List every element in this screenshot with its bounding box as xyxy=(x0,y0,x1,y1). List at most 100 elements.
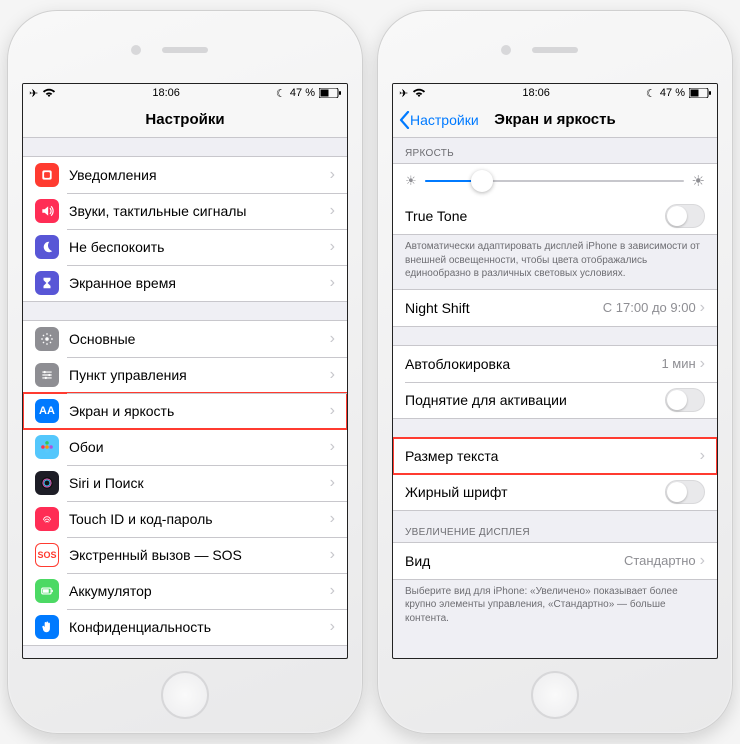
row-label: Не беспокоить xyxy=(69,239,330,255)
row-textsize[interactable]: Размер текста › xyxy=(393,438,717,474)
row-bold[interactable]: Жирный шрифт xyxy=(393,474,717,510)
raise-label: Поднятие для активации xyxy=(405,392,665,408)
truetone-label: True Tone xyxy=(405,208,665,224)
general-icon xyxy=(35,327,59,351)
chevron-right-icon: › xyxy=(330,510,335,528)
siri-icon xyxy=(35,471,59,495)
brightness-slider[interactable] xyxy=(425,180,684,182)
row-raise[interactable]: Поднятие для активации xyxy=(393,382,717,418)
phone-right: ✈︎ 18:06 ☾ 47 % Настройки Экран и яркост… xyxy=(377,10,733,734)
status-bar: ✈︎ 18:06 ☾ 47 % xyxy=(393,84,717,102)
row-label: Экранное время xyxy=(69,275,330,291)
row-truetone[interactable]: True Tone xyxy=(393,198,717,234)
autolock-value: 1 мин xyxy=(661,356,695,371)
moon-icon: ☾ xyxy=(276,87,286,100)
row-label: Siri и Поиск xyxy=(69,475,330,491)
row-label: Экстренный вызов — SOS xyxy=(69,547,330,563)
home-button[interactable] xyxy=(161,671,209,719)
truetone-toggle[interactable] xyxy=(665,204,705,228)
status-battery: 47 % xyxy=(290,87,315,99)
textsize-label: Размер текста xyxy=(405,448,700,464)
sos-icon: SOS xyxy=(35,543,59,567)
screen-display: ✈︎ 18:06 ☾ 47 % Настройки Экран и яркост… xyxy=(392,83,718,659)
chevron-right-icon: › xyxy=(330,238,335,256)
row-label: Уведомления xyxy=(69,167,330,183)
airplane-icon: ✈︎ xyxy=(29,87,38,100)
chevron-right-icon: › xyxy=(330,166,335,184)
row-label: Конфиденциальность xyxy=(69,619,330,635)
chevron-right-icon: › xyxy=(700,447,705,465)
row-screentime[interactable]: Экранное время› xyxy=(23,265,347,301)
chevron-right-icon: › xyxy=(330,438,335,456)
row-autolock[interactable]: Автоблокировка 1 мин › xyxy=(393,346,717,382)
battery-icon xyxy=(689,88,711,98)
screentime-icon xyxy=(35,271,59,295)
raise-toggle[interactable] xyxy=(665,388,705,412)
wifi-icon xyxy=(42,88,56,98)
row-zoom[interactable]: Вид Стандартно › xyxy=(393,543,717,579)
status-bar: ✈︎ 18:06 ☾ 47 % xyxy=(23,84,347,102)
row-dnd[interactable]: Не беспокоить› xyxy=(23,229,347,265)
speaker-slot xyxy=(532,47,578,53)
row-battery[interactable]: Аккумулятор› xyxy=(23,573,347,609)
moon-icon: ☾ xyxy=(646,87,656,100)
back-label: Настройки xyxy=(410,112,479,128)
row-touchid[interactable]: Touch ID и код-пароль› xyxy=(23,501,347,537)
home-button[interactable] xyxy=(531,671,579,719)
row-label: Обои xyxy=(69,439,330,455)
brightness-slider-row[interactable]: ☀︎ ☀︎ xyxy=(393,164,717,198)
display-icon: AA xyxy=(35,399,59,423)
row-sos[interactable]: SOS Экстренный вызов — SOS› xyxy=(23,537,347,573)
sounds-icon xyxy=(35,199,59,223)
chevron-right-icon: › xyxy=(700,299,705,317)
screen-settings: ✈︎ 18:06 ☾ 47 % Настройки Уведомления›Зв… xyxy=(22,83,348,659)
row-sounds[interactable]: Звуки, тактильные сигналы› xyxy=(23,193,347,229)
zoom-label: Вид xyxy=(405,553,624,569)
row-general[interactable]: Основные› xyxy=(23,321,347,357)
row-label: Touch ID и код-пароль xyxy=(69,511,330,527)
battery-icon xyxy=(35,579,59,603)
bold-toggle[interactable] xyxy=(665,480,705,504)
chevron-right-icon: › xyxy=(330,366,335,384)
row-notifications[interactable]: Уведомления› xyxy=(23,157,347,193)
back-button[interactable]: Настройки xyxy=(399,111,479,129)
status-time: 18:06 xyxy=(152,87,180,99)
navbar: Настройки Экран и яркость xyxy=(393,102,717,138)
chevron-right-icon: › xyxy=(330,474,335,492)
row-controlcenter[interactable]: Пункт управления› xyxy=(23,357,347,393)
row-display[interactable]: AAЭкран и яркость› xyxy=(23,393,347,429)
battery-icon xyxy=(319,88,341,98)
wallpaper-icon xyxy=(35,435,59,459)
page-title: Экран и яркость xyxy=(494,111,615,128)
sun-small-icon: ☀︎ xyxy=(405,173,417,189)
touchid-icon xyxy=(35,507,59,531)
chevron-right-icon: › xyxy=(330,582,335,600)
airplane-icon: ✈︎ xyxy=(399,87,408,100)
privacy-icon xyxy=(35,615,59,639)
settings-group-2: Основные›Пункт управления›AAЭкран и ярко… xyxy=(23,320,347,646)
row-label: Аккумулятор xyxy=(69,583,330,599)
row-privacy[interactable]: Конфиденциальность› xyxy=(23,609,347,645)
chevron-right-icon: › xyxy=(330,546,335,564)
row-label: Основные xyxy=(69,331,330,347)
chevron-right-icon: › xyxy=(700,552,705,570)
navbar: Настройки xyxy=(23,102,347,138)
zoom-header: УВЕЛИЧЕНИЕ ДИСПЛЕЯ xyxy=(393,511,717,542)
status-time: 18:06 xyxy=(522,87,550,99)
controlcenter-icon xyxy=(35,363,59,387)
row-nightshift[interactable]: Night Shift С 17:00 до 9:00 › xyxy=(393,290,717,326)
nightshift-label: Night Shift xyxy=(405,300,603,316)
row-siri[interactable]: Siri и Поиск› xyxy=(23,465,347,501)
wifi-icon xyxy=(412,88,426,98)
zoom-desc: Выберите вид для iPhone: «Увеличено» пок… xyxy=(393,580,717,634)
sun-large-icon: ☀︎ xyxy=(692,172,705,190)
brightness-header: ЯРКОСТЬ xyxy=(393,138,717,163)
chevron-right-icon: › xyxy=(330,274,335,292)
notifications-icon xyxy=(35,163,59,187)
row-label: Экран и яркость xyxy=(69,403,330,419)
chevron-right-icon: › xyxy=(330,202,335,220)
chevron-right-icon: › xyxy=(330,330,335,348)
row-wallpaper[interactable]: Обои› xyxy=(23,429,347,465)
camera-dot xyxy=(501,45,511,55)
status-battery: 47 % xyxy=(660,87,685,99)
